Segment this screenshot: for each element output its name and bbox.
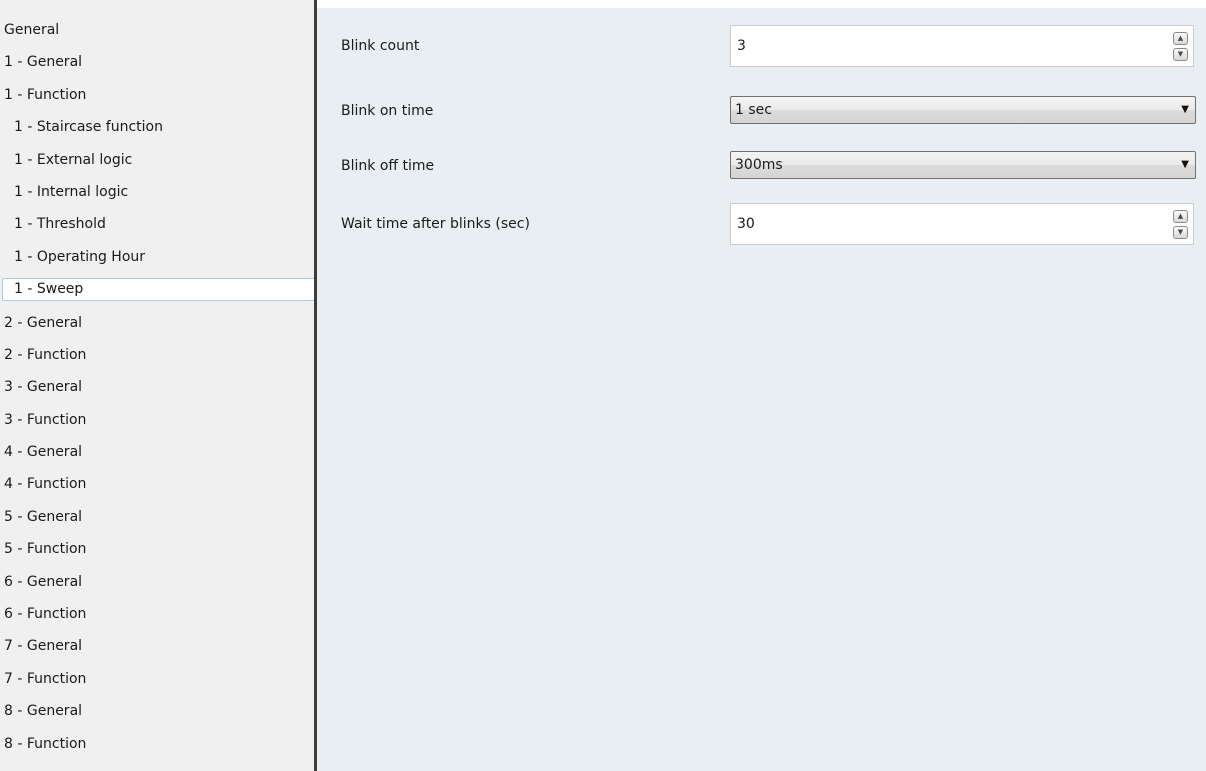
tree-item-general[interactable]: General	[0, 14, 314, 46]
tree-item-1-threshold[interactable]: 1 - Threshold	[0, 208, 314, 240]
tree-item-5-function[interactable]: 5 - Function	[0, 533, 314, 565]
param-row-wait-time: Wait time after blinks (sec) 30 ▲ ▼	[317, 200, 1206, 248]
tree-item-1-internal-logic[interactable]: 1 - Internal logic	[0, 176, 314, 208]
tree-item-1-staircase-function[interactable]: 1 - Staircase function	[0, 111, 314, 143]
tree-item-2-general[interactable]: 2 - General	[0, 307, 314, 339]
arrow-down-icon[interactable]: ▼	[1173, 226, 1188, 239]
sidebar: General 1 - General 1 - Function 1 - Stairc…	[0, 0, 323, 771]
chevron-down-icon: ▼	[1181, 159, 1189, 170]
tree-item-1-sweep[interactable]: 1 - Sweep	[2, 278, 323, 302]
wait-time-label: Wait time after blinks (sec)	[341, 216, 530, 232]
tree-item-1-function[interactable]: 1 - Function	[0, 79, 314, 111]
param-row-blink-count: Blink count 3 ▲ ▼	[317, 22, 1206, 70]
content-top-border	[317, 0, 1206, 8]
tree-item-5-general[interactable]: 5 - General	[0, 501, 314, 533]
tree-item-2-function[interactable]: 2 - Function	[0, 339, 314, 371]
tree-item-7-function[interactable]: 7 - Function	[0, 663, 314, 695]
parameter-panel: Blink count 3 ▲ ▼ Blink on time 1 sec ▼ …	[317, 0, 1206, 771]
tree-item-1-external-logic[interactable]: 1 - External logic	[0, 144, 314, 176]
parameter-tree: General 1 - General 1 - Function 1 - Stairc…	[0, 14, 323, 760]
blink-on-time-label: Blink on time	[341, 103, 434, 119]
blink-off-time-dropdown[interactable]: 300ms ▼	[730, 151, 1196, 179]
blink-off-time-value: 300ms	[735, 157, 783, 173]
blink-count-spinbox[interactable]: 3 ▲ ▼	[730, 25, 1194, 67]
tree-item-3-general[interactable]: 3 - General	[0, 371, 314, 403]
blink-on-time-value: 1 sec	[735, 102, 772, 118]
tree-item-6-function[interactable]: 6 - Function	[0, 598, 314, 630]
param-row-blink-on-time: Blink on time 1 sec ▼	[317, 87, 1206, 135]
wait-time-value: 30	[737, 216, 755, 232]
blink-count-label: Blink count	[341, 38, 420, 54]
blink-count-value: 3	[737, 38, 746, 54]
tree-item-1-general[interactable]: 1 - General	[0, 46, 314, 78]
tree-item-8-function[interactable]: 8 - Function	[0, 728, 314, 760]
param-row-blink-off-time: Blink off time 300ms ▼	[317, 142, 1206, 190]
wait-time-spinbox[interactable]: 30 ▲ ▼	[730, 203, 1194, 245]
arrow-down-icon[interactable]: ▼	[1173, 48, 1188, 61]
tree-item-7-general[interactable]: 7 - General	[0, 630, 314, 662]
tree-item-6-general[interactable]: 6 - General	[0, 566, 314, 598]
chevron-down-icon: ▼	[1181, 104, 1189, 115]
arrow-up-icon[interactable]: ▲	[1173, 32, 1188, 45]
tree-item-4-function[interactable]: 4 - Function	[0, 468, 314, 500]
tree-item-4-general[interactable]: 4 - General	[0, 436, 314, 468]
arrow-up-icon[interactable]: ▲	[1173, 210, 1188, 223]
tree-item-1-operating-hour[interactable]: 1 - Operating Hour	[0, 241, 314, 273]
blink-on-time-dropdown[interactable]: 1 sec ▼	[730, 96, 1196, 124]
tree-item-3-function[interactable]: 3 - Function	[0, 404, 314, 436]
tree-item-8-general[interactable]: 8 - General	[0, 695, 314, 727]
blink-off-time-label: Blink off time	[341, 158, 435, 174]
